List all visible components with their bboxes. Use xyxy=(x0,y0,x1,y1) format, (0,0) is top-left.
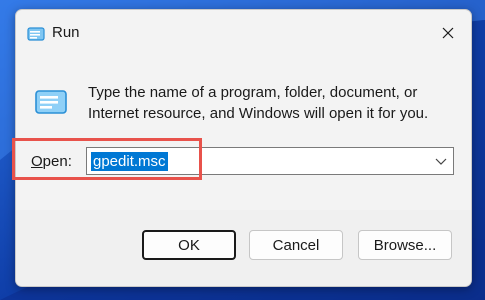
close-icon xyxy=(442,27,454,39)
title-bar[interactable]: Run xyxy=(16,10,471,56)
browse-button[interactable]: Browse... xyxy=(358,230,452,260)
button-bar: OK Cancel Browse... xyxy=(16,210,471,286)
run-icon xyxy=(35,90,67,114)
open-label-rest: pen: xyxy=(42,153,72,170)
description-text: Type the name of a program, folder, docu… xyxy=(88,84,429,122)
chevron-down-icon[interactable] xyxy=(435,156,447,166)
close-button[interactable] xyxy=(425,10,471,56)
open-input[interactable]: gpedit.msc xyxy=(91,152,168,171)
cancel-button[interactable]: Cancel xyxy=(249,230,343,260)
ok-button[interactable]: OK xyxy=(142,230,236,260)
run-icon xyxy=(27,27,45,41)
open-label-accelerator: O xyxy=(31,153,43,170)
open-combobox[interactable]: gpedit.msc xyxy=(86,147,454,175)
open-label: Open: xyxy=(31,153,72,171)
window-title: Run xyxy=(52,24,80,41)
run-dialog: Run Type the name of a program, folder, … xyxy=(15,9,472,287)
